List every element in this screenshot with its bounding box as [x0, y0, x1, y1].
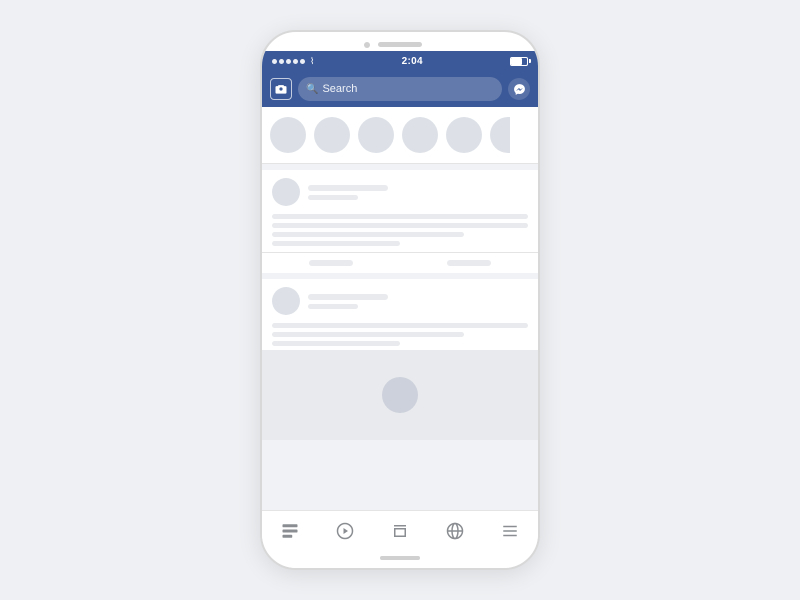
nav-item-globe[interactable] — [437, 517, 473, 545]
signal-dot-1 — [272, 59, 277, 64]
content-area — [262, 107, 538, 510]
post-1-text — [262, 212, 538, 252]
post-1-line-1 — [272, 214, 528, 219]
watch-icon — [336, 522, 354, 540]
phone-frame: ⌇ 2:04 🔍 Search — [260, 30, 540, 570]
nav-item-menu[interactable] — [492, 517, 528, 545]
status-time: 2:04 — [402, 56, 423, 67]
bottom-nav — [262, 510, 538, 550]
phone-bottom-bar — [262, 550, 538, 568]
post-2-text — [262, 321, 538, 350]
post-1-header — [262, 170, 538, 212]
post-2-header — [262, 279, 538, 321]
post-2-meta — [308, 294, 388, 309]
signal-dot-3 — [286, 59, 291, 64]
post-1-line-3 — [272, 232, 464, 237]
signal-dot-5 — [300, 59, 305, 64]
post-1-actions — [262, 252, 538, 273]
story-circle-1[interactable] — [270, 117, 306, 153]
post-1-name-placeholder — [308, 185, 388, 191]
post-2-avatar[interactable] — [272, 287, 300, 315]
story-circle-5[interactable] — [446, 117, 482, 153]
post-2-time-placeholder — [308, 304, 358, 309]
signal-dot-2 — [279, 59, 284, 64]
post-1-time-placeholder — [308, 195, 358, 200]
status-bar: ⌇ 2:04 — [262, 51, 538, 71]
nav-item-watch[interactable] — [327, 517, 363, 545]
post-2-line-1 — [272, 323, 528, 328]
home-indicator — [380, 556, 420, 560]
post-1-line-4 — [272, 241, 400, 246]
newsfeed-icon — [281, 522, 299, 540]
status-bar-right — [510, 57, 528, 66]
search-bar[interactable]: 🔍 Search — [298, 77, 502, 101]
story-circle-2[interactable] — [314, 117, 350, 153]
menu-icon — [501, 522, 519, 540]
wifi-icon: ⌇ — [310, 56, 314, 67]
play-button-overlay[interactable] — [382, 377, 418, 413]
marketplace-icon — [391, 522, 409, 540]
search-placeholder-text: Search — [322, 83, 357, 95]
messenger-button[interactable] — [508, 78, 530, 100]
post-2-image — [262, 350, 538, 440]
phone-speaker — [378, 42, 422, 47]
post-2-line-3 — [272, 341, 400, 346]
like-button[interactable] — [262, 257, 400, 269]
camera-icon — [275, 83, 287, 95]
signal-dot-4 — [293, 59, 298, 64]
comment-placeholder — [447, 260, 491, 266]
story-circle-4[interactable] — [402, 117, 438, 153]
post-card-1 — [262, 170, 538, 273]
post-1-line-2 — [272, 223, 528, 228]
messenger-icon — [513, 83, 526, 96]
phone-top-decoration — [262, 32, 538, 51]
globe-icon — [446, 522, 464, 540]
post-2-name-placeholder — [308, 294, 388, 300]
story-circle-6[interactable] — [490, 117, 510, 153]
camera-button[interactable] — [270, 78, 292, 100]
stories-row — [262, 107, 538, 164]
story-circle-3[interactable] — [358, 117, 394, 153]
like-placeholder — [309, 260, 353, 266]
comment-button[interactable] — [400, 257, 538, 269]
nav-item-newsfeed[interactable] — [272, 517, 308, 545]
post-1-meta — [308, 185, 388, 200]
status-bar-left: ⌇ — [272, 56, 314, 67]
app-navbar: 🔍 Search — [262, 71, 538, 107]
nav-item-marketplace[interactable] — [382, 517, 418, 545]
phone-camera-dot — [364, 42, 370, 48]
post-card-2 — [262, 279, 538, 440]
post-2-line-2 — [272, 332, 464, 337]
battery-icon — [510, 57, 528, 66]
post-1-avatar[interactable] — [272, 178, 300, 206]
battery-fill — [511, 58, 522, 65]
search-icon: 🔍 — [306, 84, 318, 95]
